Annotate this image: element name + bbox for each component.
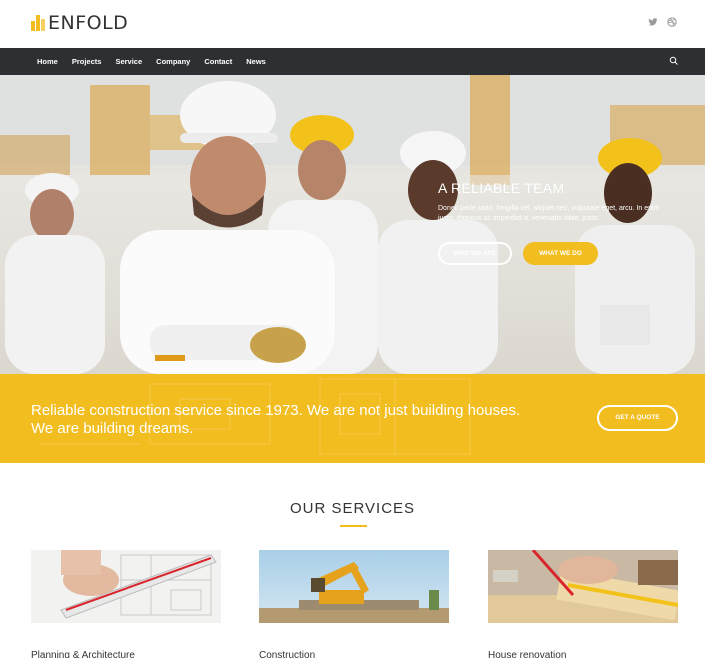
social-links [648,17,677,27]
service-card-planning[interactable]: Planning & Architecture [31,550,221,658]
nav-menu: Home Projects Service Company Contact Ne… [37,48,280,75]
service-label-renovation: House renovation [488,650,567,658]
service-card-construction[interactable]: Construction [259,550,449,658]
site-header: ENFOLD [0,0,705,48]
main-navigation: Home Projects Service Company Contact Ne… [0,48,705,75]
nav-item-service[interactable]: Service [115,57,142,66]
get-a-quote-button[interactable]: GET A QUOTE [597,405,678,431]
service-card-renovation[interactable]: House renovation [488,550,678,658]
nav-item-projects[interactable]: Projects [72,57,102,66]
call-to-action-banner: Reliable construction service since 1973… [0,374,705,463]
logo-text: ENFOLD [48,12,129,34]
woodwork-image [488,550,678,623]
dribbble-icon[interactable] [667,17,677,27]
service-label-planning: Planning & Architecture [31,650,135,658]
heading-divider [340,525,367,527]
hero-slider: A RELIABLE TEAM Donec pede justo, fringi… [0,75,705,374]
hero-workers-image [0,75,705,374]
who-we-are-button[interactable]: WHO WE ARE [438,242,512,265]
nav-item-contact[interactable]: Contact [204,57,232,66]
logo-building-icon [31,15,45,31]
nav-item-home[interactable]: Home [37,57,58,66]
blueprint-ruler-image [31,550,221,623]
nav-item-company[interactable]: Company [156,57,190,66]
twitter-icon[interactable] [648,17,658,27]
hero-text: Donec pede justo, fringilla vel, aliquet… [438,205,660,222]
hero-title: A RELIABLE TEAM [438,180,565,196]
service-label-construction: Construction [259,650,316,658]
banner-text: Reliable construction service since 1973… [31,402,521,437]
services-heading: OUR SERVICES [289,500,416,517]
nav-item-news[interactable]: News [246,57,266,66]
search-icon[interactable] [669,56,679,66]
site-logo[interactable]: ENFOLD [31,12,128,34]
excavator-image [259,550,449,623]
what-we-do-button[interactable]: WHAT WE DO [523,242,598,265]
